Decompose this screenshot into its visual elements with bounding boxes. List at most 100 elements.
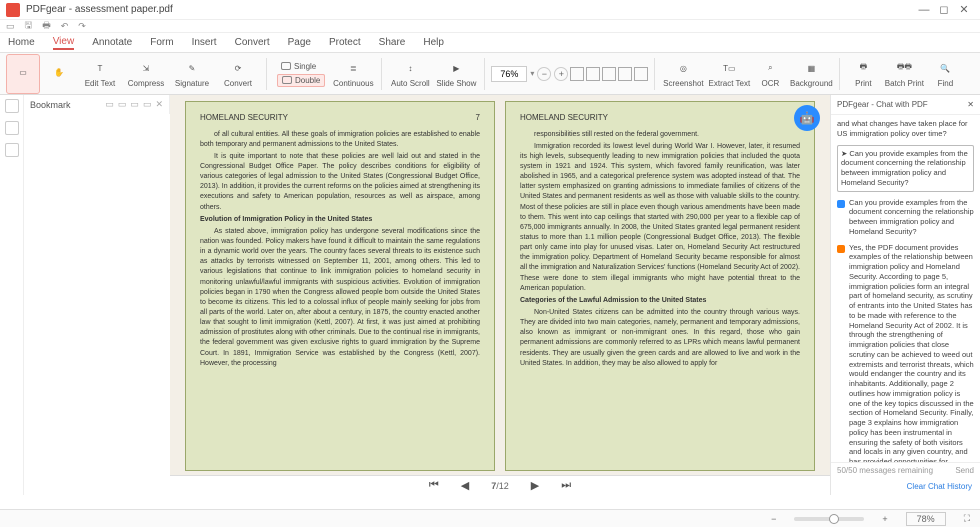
- menu-share[interactable]: Share: [379, 37, 406, 48]
- continuous-button[interactable]: ≣Continuous: [331, 54, 375, 94]
- chat-assistant-message: Yes, the PDF document provides examples …: [837, 243, 974, 463]
- main-area: Bookmark ▭ ▭ ▭ ▭ ✕ HOMELAND SECURITY7 of…: [0, 95, 980, 495]
- menu-protect[interactable]: Protect: [329, 37, 361, 48]
- menu-page[interactable]: Page: [288, 37, 311, 48]
- menu-insert[interactable]: Insert: [192, 37, 217, 48]
- chat-send-button[interactable]: Send: [955, 466, 974, 475]
- attachment-rail-icon[interactable]: [5, 143, 19, 157]
- maximize-button[interactable]: ◻: [934, 3, 954, 16]
- qat-print-icon[interactable]: 🖶: [42, 18, 51, 34]
- left-rail: [0, 95, 24, 495]
- chat-panel: PDFgear - Chat with PDF ✕ and what chang…: [830, 95, 980, 495]
- find-button[interactable]: 🔍Find: [928, 54, 962, 94]
- clear-chat-link[interactable]: Clear Chat History: [831, 478, 980, 495]
- ribbon-toolbar: ▭ ✋ TEdit Text ⇲Compress ✎Signature ⟳Con…: [0, 53, 980, 95]
- signature-button[interactable]: ✎Signature: [170, 54, 214, 94]
- chat-close-icon[interactable]: ✕: [967, 100, 974, 109]
- batch-print-button[interactable]: 🖶🖶Batch Print: [882, 54, 926, 94]
- extract-text-button[interactable]: T▭Extract Text: [707, 54, 751, 94]
- ocr-button[interactable]: ⌕OCR: [753, 54, 787, 94]
- last-page-button[interactable]: ⏭: [561, 479, 571, 492]
- bookmark-rail-icon[interactable]: [5, 99, 19, 113]
- zoom-input[interactable]: [491, 66, 527, 82]
- title-bar: PDFgear - assessment paper.pdf — ◻ ✕: [0, 0, 980, 20]
- background-button[interactable]: ▦Background: [789, 54, 833, 94]
- prev-page-button[interactable]: ◀: [461, 479, 469, 492]
- rotate-right-icon[interactable]: [634, 67, 648, 81]
- rotate-left-icon[interactable]: [618, 67, 632, 81]
- menu-home[interactable]: Home: [8, 37, 35, 48]
- zoom-dropdown[interactable]: ▾: [530, 69, 534, 78]
- bookmark-expand-icon[interactable]: ▭: [118, 99, 127, 110]
- compress-button[interactable]: ⇲Compress: [124, 54, 168, 94]
- batch-print-icon: 🖶🖶: [895, 59, 913, 77]
- qat-open-icon[interactable]: ▭: [6, 21, 15, 32]
- slideshow-icon: ▶: [447, 59, 465, 77]
- app-icon: [6, 3, 20, 17]
- quick-access-toolbar: ▭ 🖫 🖶 ↶ ↷: [0, 20, 980, 33]
- ocr-icon: ⌕: [761, 59, 779, 77]
- qat-redo-icon[interactable]: ↷: [78, 21, 86, 32]
- status-zoom-value: 78%: [906, 512, 946, 526]
- page-fit-group: [570, 67, 648, 81]
- close-button[interactable]: ✕: [954, 3, 974, 16]
- status-zoom-out[interactable]: −: [771, 514, 776, 524]
- bookmark-label: Bookmark: [30, 100, 71, 110]
- chat-remaining: 50/50 messages remaining: [837, 466, 933, 475]
- document-viewport[interactable]: HOMELAND SECURITY7 of all cultural entit…: [170, 95, 830, 495]
- bookmark-close-icon[interactable]: ✕: [155, 99, 163, 110]
- page-navigator: ⏮ ◀ 7/12 ▶ ⏭: [170, 475, 830, 495]
- chat-user-message: Can you provide examples from the docume…: [837, 198, 974, 237]
- status-zoom-in[interactable]: +: [882, 514, 887, 524]
- minimize-button[interactable]: —: [914, 4, 934, 16]
- menu-form[interactable]: Form: [150, 37, 173, 48]
- zoom-in-button[interactable]: +: [554, 67, 568, 81]
- double-view[interactable]: Double: [277, 74, 325, 87]
- edit-text-button[interactable]: TEdit Text: [78, 54, 122, 94]
- qat-save-icon[interactable]: 🖫: [25, 18, 33, 34]
- select-tool[interactable]: ▭: [6, 54, 40, 94]
- zoom-out-button[interactable]: −: [537, 67, 551, 81]
- bookmark-delete-icon[interactable]: ▭: [143, 99, 152, 110]
- actual-size-icon[interactable]: [602, 67, 616, 81]
- pdf-page-8: HOMELAND SECURITY8 responsibilities stil…: [505, 101, 815, 471]
- menu-convert[interactable]: Convert: [235, 37, 270, 48]
- menu-bar: Home View Annotate Form Insert Convert P…: [0, 33, 980, 53]
- convert-button[interactable]: ⟳Convert: [216, 54, 260, 94]
- hand-tool[interactable]: ✋: [42, 54, 76, 94]
- page-indicator: 7/12: [491, 481, 509, 491]
- continuous-icon: ≣: [344, 59, 362, 77]
- edit-text-icon: T: [91, 59, 109, 77]
- ai-chat-fab[interactable]: 🤖: [794, 105, 820, 131]
- pdf-page-7: HOMELAND SECURITY7 of all cultural entit…: [185, 101, 495, 471]
- chat-header: PDFgear - Chat with PDF ✕: [831, 95, 980, 115]
- fit-width-icon[interactable]: [570, 67, 584, 81]
- screenshot-button[interactable]: ◎Screenshot: [661, 54, 705, 94]
- hand-icon: ✋: [50, 64, 68, 82]
- qat-undo-icon[interactable]: ↶: [61, 21, 69, 32]
- bookmark-add-icon[interactable]: ▭: [105, 99, 114, 110]
- cursor-icon: ▭: [14, 64, 32, 82]
- next-page-button[interactable]: ▶: [531, 479, 539, 492]
- menu-view[interactable]: View: [53, 36, 75, 50]
- thumbnail-rail-icon[interactable]: [5, 121, 19, 135]
- menu-help[interactable]: Help: [423, 37, 444, 48]
- robot-icon: 🤖: [800, 111, 815, 125]
- chat-suggestion-box[interactable]: ➤ Can you provide examples from the docu…: [837, 145, 974, 192]
- compress-icon: ⇲: [137, 59, 155, 77]
- convert-icon: ⟳: [229, 59, 247, 77]
- autoscroll-button[interactable]: ↕Auto Scroll: [388, 54, 432, 94]
- search-icon: 🔍: [936, 59, 954, 77]
- zoom-slider[interactable]: [794, 517, 864, 521]
- first-page-button[interactable]: ⏮: [429, 479, 439, 492]
- fullscreen-icon[interactable]: ⛶: [964, 513, 970, 524]
- view-mode-group: Single Double: [277, 61, 325, 87]
- background-icon: ▦: [802, 59, 820, 77]
- bookmark-collapse-icon[interactable]: ▭: [130, 99, 139, 110]
- slideshow-button[interactable]: ▶Slide Show: [434, 54, 478, 94]
- menu-annotate[interactable]: Annotate: [92, 37, 132, 48]
- single-view[interactable]: Single: [277, 61, 325, 72]
- print-button[interactable]: 🖶Print: [846, 54, 880, 94]
- fit-page-icon[interactable]: [586, 67, 600, 81]
- autoscroll-icon: ↕: [401, 59, 419, 77]
